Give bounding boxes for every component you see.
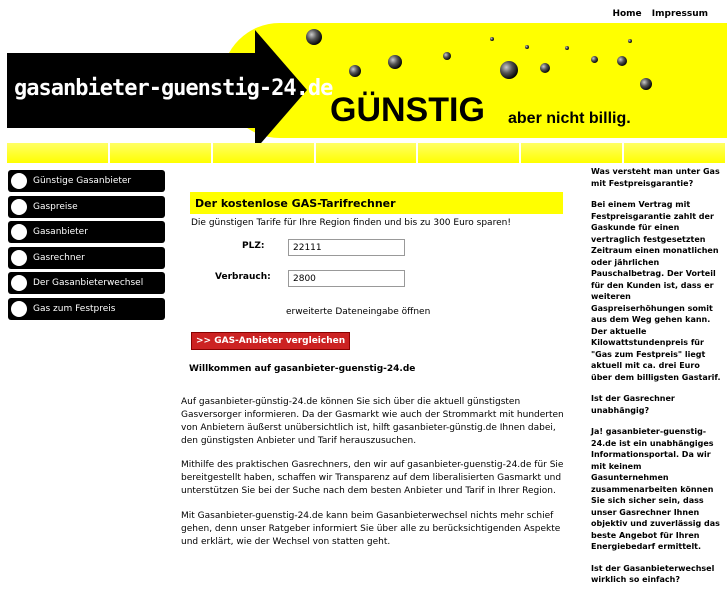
menu-item-label: Gas zum Festpreis (33, 303, 116, 314)
faq-sidebar: Was versteht man unter Gas mit Festpreis… (591, 166, 721, 596)
bubble-icon (500, 61, 518, 79)
nav-tab[interactable] (7, 143, 108, 163)
nav-tab[interactable] (521, 143, 623, 163)
bubble-icon (617, 56, 627, 66)
faq-question: Ist der Gasrechner unabhängig? (591, 394, 675, 415)
slogan-sub: aber nicht billig. (508, 110, 631, 127)
faq-question: Ist der Gasanbieterwechsel wirklich so e… (591, 563, 715, 585)
bullet-icon (11, 224, 27, 240)
plz-input[interactable]: 22111 (288, 239, 405, 256)
welcome-heading: Willkommen auf gasanbieter-guenstig-24.d… (189, 364, 416, 374)
top-nav-bar (7, 143, 727, 163)
bubble-icon (628, 39, 632, 43)
nav-tab[interactable] (315, 143, 417, 163)
usage-input[interactable]: 2800 (288, 270, 405, 287)
nav-tab[interactable] (418, 143, 520, 163)
bullet-icon (11, 300, 27, 317)
menu-item-gaspreise[interactable]: Gaspreise (8, 195, 165, 218)
calculator-subtitle: Die günstigen Tarife für Ihre Region fin… (191, 218, 511, 228)
nav-tab[interactable] (212, 143, 314, 163)
bubble-icon (443, 52, 451, 60)
calculator-paragraph: Mithilfe des praktischen Gasrechners, de… (181, 460, 564, 496)
bubble-icon (349, 65, 361, 77)
bubble-icon (565, 46, 569, 50)
faq-answer: Bei einem Vertrag mit Festpreisgarantie … (591, 200, 721, 382)
calculator-title: Der kostenlose GAS-Tarifrechner (190, 192, 563, 214)
bullet-icon (11, 198, 27, 215)
bubble-icon (540, 63, 550, 73)
menu-item-gas-zum-festpreis[interactable]: Gas zum Festpreis (8, 297, 165, 320)
menu-item-gasrechner[interactable]: Gasrechner (8, 246, 165, 269)
site-logo-text: gasanbieter-guenstig-24.de (14, 76, 333, 101)
bubble-icon (388, 55, 402, 69)
compare-button[interactable]: >> GAS-Anbieter vergleichen (191, 332, 351, 350)
intro-paragraph: Auf gasanbieter-günstig-24.de können Sie… (181, 397, 564, 446)
bubble-icon (525, 45, 529, 49)
bubble-icon (490, 37, 494, 41)
faq-question: Was versteht man unter Gas mit Festpreis… (591, 167, 720, 188)
home-link[interactable]: Home (612, 9, 641, 19)
plz-label: PLZ: (242, 241, 265, 251)
top-links: Home Impressum (605, 9, 708, 19)
bullet-icon (11, 275, 27, 291)
menu-item-gasanbieter[interactable]: Gasanbieter (8, 221, 165, 243)
bullet-icon (11, 249, 27, 266)
menu-item-label: Gaspreise (33, 201, 78, 212)
menu-item-label: Der Gasanbieterwechsel (33, 278, 144, 288)
extended-input-link[interactable]: erweiterte Dateneingabe öffnen (286, 307, 430, 317)
slogan-main: GÜNSTIG (330, 91, 485, 129)
left-menu: Günstige Gasanbieter Gaspreise Gasanbiet… (8, 170, 165, 323)
menu-item-gasanbieterwechsel[interactable]: Der Gasanbieterwechsel (8, 272, 165, 294)
bubble-icon (306, 29, 322, 45)
impressum-link[interactable]: Impressum (652, 9, 708, 19)
bubble-icon (640, 78, 652, 90)
header-banner: gasanbieter-guenstig-24.de GÜNSTIG aber … (0, 23, 727, 150)
menu-item-label: Gasrechner (33, 252, 85, 263)
menu-item-guenstige-gasanbieter[interactable]: Günstige Gasanbieter (8, 170, 165, 192)
usage-label: Verbrauch: (215, 272, 271, 282)
tariff-calculator: Der kostenlose GAS-Tarifrechner Die güns… (190, 192, 563, 388)
faq-answer: Ja! gasanbieter-guenstig-24.de ist ein u… (591, 427, 720, 551)
menu-item-label: Gasanbieter (33, 227, 88, 237)
nav-tab[interactable] (624, 143, 726, 163)
bubble-icon (591, 56, 598, 63)
menu-item-label: Günstige Gasanbieter (33, 176, 132, 186)
bullet-icon (11, 173, 27, 189)
nav-tab[interactable] (109, 143, 211, 163)
switch-paragraph: Mit Gasanbieter-guenstig-24.de kann beim… (181, 511, 561, 547)
